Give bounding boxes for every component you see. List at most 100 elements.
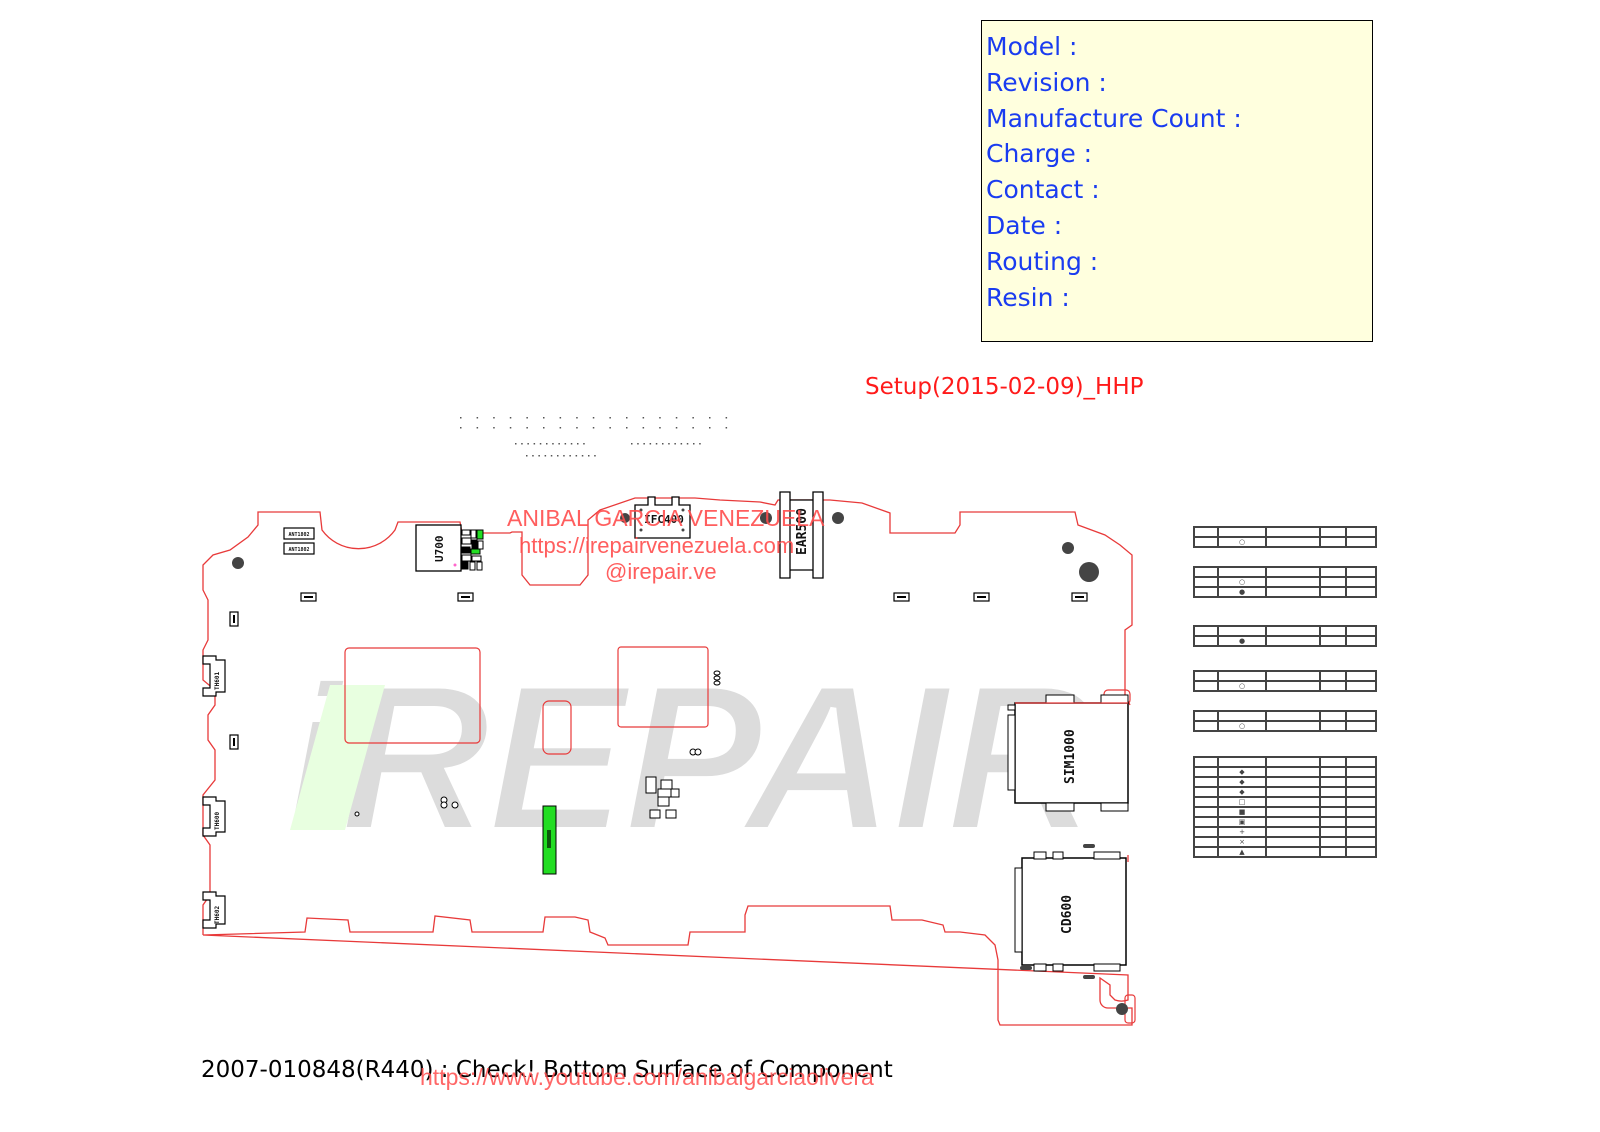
legend-cell [1319,806,1347,818]
legend-cell [1265,720,1321,732]
legend-cell [1193,586,1219,598]
legend-symbol: ● [1217,586,1267,598]
test-point [649,443,652,445]
cd600-tab [1093,963,1121,972]
highlighted-component-label [547,830,551,848]
test-point [546,443,548,445]
legend-symbol: × [1217,836,1267,848]
test-point [509,417,512,419]
test-point [526,427,528,429]
legend-cell [1319,846,1347,858]
test-point [668,443,670,445]
legend-row: ◆ [1193,766,1377,778]
legend-symbol: ○ [1217,680,1267,692]
test-point [563,455,565,457]
legend-row: ■ [1193,806,1377,818]
legend-cell [1265,625,1321,637]
legend-symbol [1217,526,1267,538]
shield-outline-3 [542,700,572,755]
legend-cell [1345,635,1377,647]
test-point [581,455,584,457]
legend-cell [1345,670,1377,682]
sim1000-label: SIM1000 [1063,729,1078,784]
test-point [725,417,728,419]
legend-row: ▲ [1193,846,1377,858]
legend-cell [1319,526,1347,538]
test-point [576,427,578,429]
test-point [674,443,676,445]
test-point [552,443,554,445]
info-routing: Routing : [986,246,1099,276]
legend-symbol [1217,756,1267,768]
legend-cell [1345,796,1377,808]
test-point [544,455,547,457]
info-contact: Contact : [986,175,1100,205]
legend-cell [1345,625,1377,637]
legend-cell [1265,566,1321,578]
legend-table: ○ [1193,710,1377,732]
legend-cell [1319,576,1347,588]
legend-cell [1319,786,1347,798]
legend-cell [1319,670,1347,682]
left-connectors [202,655,226,929]
mounting-hole [232,557,244,569]
test-point [642,417,645,419]
test-point [577,443,579,445]
test-point [576,417,578,419]
mounting-hole [1062,542,1074,554]
test-point [583,443,585,445]
test-point [626,417,628,419]
board-info-box: Model : Revision : Manufacture Count : C… [981,20,1373,342]
legend-cell [1193,536,1219,548]
legend-row [1193,756,1377,768]
legend-cell [1265,836,1321,848]
legend-symbol [1217,710,1267,722]
legend-row: ◆ [1193,786,1377,798]
test-point [655,443,658,445]
small-pads [229,592,1088,750]
legend-cell [1345,576,1377,588]
legend-cell [1193,826,1219,838]
antenna-pad-2-label: ANT1802 [288,547,309,553]
test-point [692,417,694,419]
legend-symbol: ◆ [1217,786,1267,798]
test-point [693,443,695,445]
legend-symbol [1217,625,1267,637]
test-point [575,455,578,457]
legend-cell [1345,846,1377,858]
cd600-tab [1033,963,1047,972]
test-point [538,455,540,457]
cd600-tab [1052,963,1064,972]
legend-cell [1265,766,1321,778]
legend-table: ◆ ◆ ◆ □ ■ ▣ + × ▲ [1193,756,1377,858]
small-pads-fill [233,596,1084,746]
test-point [509,427,512,429]
watermark-youtube[interactable]: https://www.youtube.com/anibalgarciaoliv… [420,1064,874,1091]
watermark-site[interactable]: https://irepairvenezuela.com [519,533,794,559]
legend-cell [1265,635,1321,647]
legend-cell [1193,566,1219,578]
legend-cell [1319,536,1347,548]
legend-row [1193,526,1377,538]
test-point [559,427,562,429]
test-point [569,455,571,457]
legend-symbol [1217,566,1267,578]
legend-row: ○ [1193,720,1377,732]
sim1000-tab [1100,802,1129,812]
legend-cell [1319,766,1347,778]
legend-cell [1345,776,1377,788]
info-model: Model : [986,32,1078,61]
test-point [637,443,639,445]
legend-cell [1319,720,1347,732]
test-point [662,443,664,445]
u700-passives [461,529,484,571]
mounting-hole [832,512,844,524]
shield-outline-1 [344,647,481,744]
legend-cell [1193,776,1219,788]
test-point-dots [460,417,728,457]
test-point [659,427,661,429]
cd600-pad [1083,844,1095,848]
test-point [609,417,611,419]
legend-cell [1193,625,1219,637]
test-point [659,417,661,419]
